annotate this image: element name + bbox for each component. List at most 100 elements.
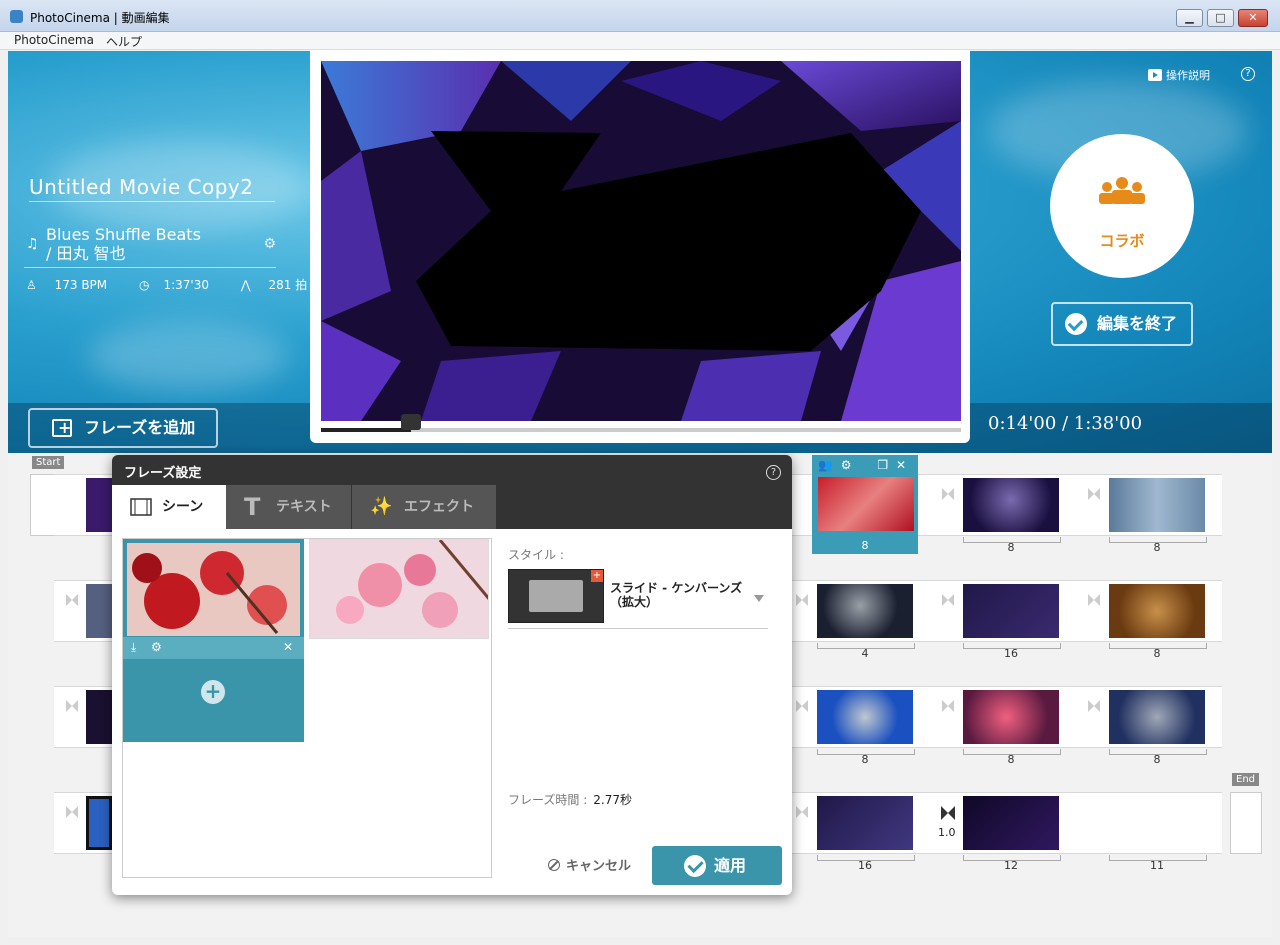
scrub-bar[interactable] xyxy=(321,414,961,432)
phrase-duration-value: 2.77秒 xyxy=(593,793,632,807)
clip-settings-gear-icon[interactable]: ⚙ xyxy=(841,458,852,472)
clip-count: 16 xyxy=(963,643,1061,660)
transition-icon[interactable] xyxy=(66,700,78,712)
clip-thumbnail[interactable] xyxy=(86,796,112,850)
tab-scene[interactable]: シーン xyxy=(112,485,226,529)
bpm-stat: ♙ 173 BPM xyxy=(26,278,108,292)
clip-count: 8 xyxy=(861,539,869,552)
clip-thumbnail xyxy=(818,477,914,531)
clip-thumbnail[interactable] xyxy=(1109,478,1205,532)
menu-bar: PhotoCinema ヘルプ xyxy=(0,32,1280,50)
transition-duration: 1.0 xyxy=(938,826,956,839)
remove-scene-icon[interactable]: ✕ xyxy=(283,640,293,654)
video-preview[interactable] xyxy=(321,61,961,421)
clip-thumbnail[interactable] xyxy=(1109,584,1205,638)
selected-clip[interactable]: 👥 ⚙ ❐ ✕ 8 xyxy=(812,455,918,554)
style-name: スライド - ケンバーンズ（拡大） xyxy=(610,581,743,609)
clip-thumbnail[interactable] xyxy=(963,584,1059,638)
add-phrase-button[interactable]: フレーズを追加 xyxy=(28,408,218,448)
transition-icon[interactable] xyxy=(942,488,954,500)
check-icon xyxy=(684,855,706,877)
tab-text[interactable]: T テキスト xyxy=(226,485,351,529)
clip-count: 12 xyxy=(963,855,1061,872)
scrub-progress xyxy=(321,428,411,432)
clip-count: 11 xyxy=(1109,855,1207,872)
style-selector[interactable]: + スライド - ケンバーンズ（拡大） xyxy=(508,567,768,629)
clip-thumbnail[interactable] xyxy=(963,796,1059,850)
clip-count: 8 xyxy=(1109,537,1207,554)
transition-icon[interactable] xyxy=(66,594,78,606)
transition-icon[interactable] xyxy=(1088,594,1100,606)
magic-wand-icon: ✨ xyxy=(370,496,393,517)
finish-editing-button[interactable]: 編集を終了 xyxy=(1051,302,1193,346)
help-link[interactable]: 操作説明 xyxy=(1148,67,1210,83)
dialog-help-icon[interactable]: ? xyxy=(766,465,781,480)
phrase-duration: フレーズ時間 :2.77秒 xyxy=(508,793,632,807)
clip-thumbnail[interactable] xyxy=(1109,690,1205,744)
maximize-button[interactable]: □ xyxy=(1207,9,1234,27)
collab-small-icon[interactable]: 👥 xyxy=(818,458,833,472)
scene-card[interactable] xyxy=(309,539,489,639)
clip-thumbnail[interactable] xyxy=(817,796,913,850)
duplicate-icon[interactable]: ❐ xyxy=(877,458,888,472)
song-artist: / 田丸 智也 xyxy=(46,244,126,263)
metronome-icon: ♙ xyxy=(26,278,37,292)
transition-icon[interactable] xyxy=(796,806,808,818)
transition-icon[interactable] xyxy=(941,806,955,820)
scene-settings-gear-icon[interactable]: ⚙ xyxy=(151,640,162,654)
song-settings-gear-icon[interactable]: ⚙ xyxy=(263,235,276,254)
check-icon xyxy=(1065,313,1087,335)
window-title: PhotoCinema | 動画編集 xyxy=(30,11,170,25)
scrub-handle[interactable] xyxy=(400,414,421,430)
menu-help[interactable]: ヘルプ xyxy=(106,33,142,50)
clip-count: 8 xyxy=(963,537,1061,554)
scene-image xyxy=(127,543,300,636)
chevron-down-icon xyxy=(754,595,764,602)
people-icon xyxy=(1099,177,1145,204)
clip-thumbnail[interactable] xyxy=(817,584,913,638)
play-icon xyxy=(1148,69,1162,81)
clip-count: 4 xyxy=(817,643,915,660)
clock-icon: ◷ xyxy=(138,278,150,292)
style-badge-icon: + xyxy=(591,570,603,582)
transition-icon[interactable] xyxy=(942,594,954,606)
transition-icon[interactable] xyxy=(1088,488,1100,500)
minimize-button[interactable]: ▁ xyxy=(1176,9,1203,27)
style-thumbnail: + xyxy=(508,569,604,623)
clip-thumbnail[interactable] xyxy=(86,478,112,532)
transition-icon[interactable] xyxy=(1088,700,1100,712)
transition-icon[interactable] xyxy=(796,700,808,712)
transition-icon[interactable] xyxy=(796,594,808,606)
clip-thumbnail[interactable] xyxy=(963,478,1059,532)
dialog-title: フレーズ設定 xyxy=(124,466,202,481)
clip-count: 8 xyxy=(1109,643,1207,660)
clip-thumbnail[interactable] xyxy=(86,584,112,638)
close-button[interactable]: ✕ xyxy=(1238,9,1268,27)
end-marker: End xyxy=(1232,773,1260,786)
replace-image-icon[interactable]: ⤓ xyxy=(131,640,136,655)
clip-thumbnail[interactable] xyxy=(963,690,1059,744)
transition-icon[interactable] xyxy=(942,700,954,712)
delete-clip-icon[interactable]: ✕ xyxy=(896,458,906,472)
scene-card-selected[interactable]: ⤓ ⚙ ✕ + xyxy=(123,539,304,742)
add-frame-icon xyxy=(52,410,72,446)
clip-thumbnail[interactable] xyxy=(817,690,913,744)
tab-effect[interactable]: ✨ エフェクト xyxy=(352,485,496,529)
add-scene-icon[interactable]: + xyxy=(201,680,225,704)
song-title: Blues Shuffle Beats xyxy=(46,225,201,244)
movie-title[interactable]: Untitled Movie Copy2 xyxy=(29,175,275,202)
start-marker: Start xyxy=(32,456,65,469)
transition-icon[interactable] xyxy=(66,806,78,818)
menu-photocinema[interactable]: PhotoCinema xyxy=(14,33,94,47)
film-icon xyxy=(130,498,152,516)
style-label: スタイル : xyxy=(508,548,564,562)
clip-thumbnail[interactable] xyxy=(86,690,112,744)
help-question-icon[interactable]: ? xyxy=(1241,67,1255,81)
app-icon xyxy=(10,10,23,23)
phrase-settings-dialog: フレーズ設定 ? シーン T テキスト ✨ エフェクト ⤓ ⚙ ✕ + スタイル… xyxy=(112,455,792,895)
cancel-button[interactable]: キャンセル xyxy=(548,855,631,874)
apply-button[interactable]: 適用 xyxy=(652,846,782,885)
collab-button[interactable]: コラボ xyxy=(1050,134,1194,278)
title-bar: PhotoCinema | 動画編集 ▁ □ ✕ xyxy=(0,0,1280,32)
song-info[interactable]: ♫ Blues Shuffle Beats / 田丸 智也 ⚙ xyxy=(24,225,276,268)
